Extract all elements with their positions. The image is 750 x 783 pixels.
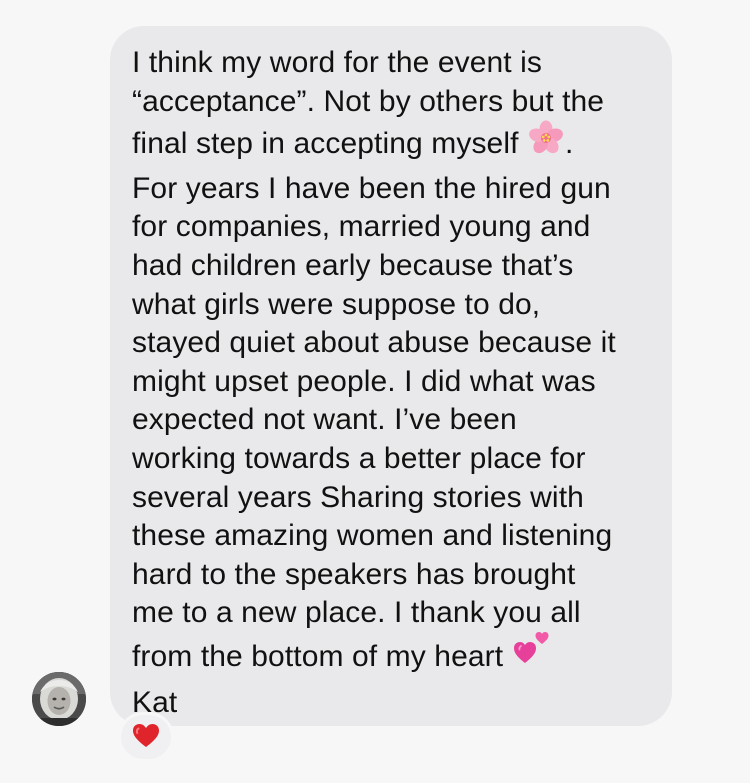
message-line-3-end: .: [564, 127, 574, 161]
message-line-2: “acceptance”. Not by others but the: [132, 84, 605, 118]
message-line-14: hard to the speakers has brought: [132, 557, 576, 591]
message-line-3-row: final step in accepting myself .: [132, 119, 648, 170]
message-line-16: from the bottom of my heart: [132, 640, 504, 674]
message-line-15: me to a new place. I thank you all: [132, 596, 581, 630]
message-line-3: final step in accepting myself: [132, 127, 519, 161]
message-line-6: had children early because that’s: [132, 248, 574, 282]
avatar[interactable]: [32, 672, 86, 726]
message-bubble[interactable]: I think my word for the event is “accept…: [110, 26, 672, 726]
message-line-5: for companies, married young and: [132, 210, 591, 244]
message-line-13: these amazing women and listening: [132, 519, 613, 553]
message-line-9: might upset people. I did what was: [132, 364, 596, 398]
message-signature: Kat: [132, 685, 178, 719]
message-line-12: several years Sharing stories with: [132, 480, 584, 514]
cherry-blossom-icon: [527, 119, 565, 168]
message-line-8: stayed quiet about abuse because it: [132, 326, 616, 360]
two-hearts-icon: [512, 627, 552, 678]
red-heart-icon: [131, 721, 161, 754]
message-line-7: what girls were suppose to do,: [132, 287, 541, 321]
message-line-4: For years I have been the hired gun: [132, 171, 611, 205]
reaction-badge[interactable]: [118, 712, 174, 762]
message-line-10: expected not want. I’ve been: [132, 403, 517, 437]
message-line-11: working towards a better place for: [132, 441, 586, 475]
avatar-photo: [32, 672, 86, 726]
message-line-1: I think my word for the event is: [132, 46, 543, 79]
message-line-16-row: from the bottom of my heart: [132, 631, 648, 684]
